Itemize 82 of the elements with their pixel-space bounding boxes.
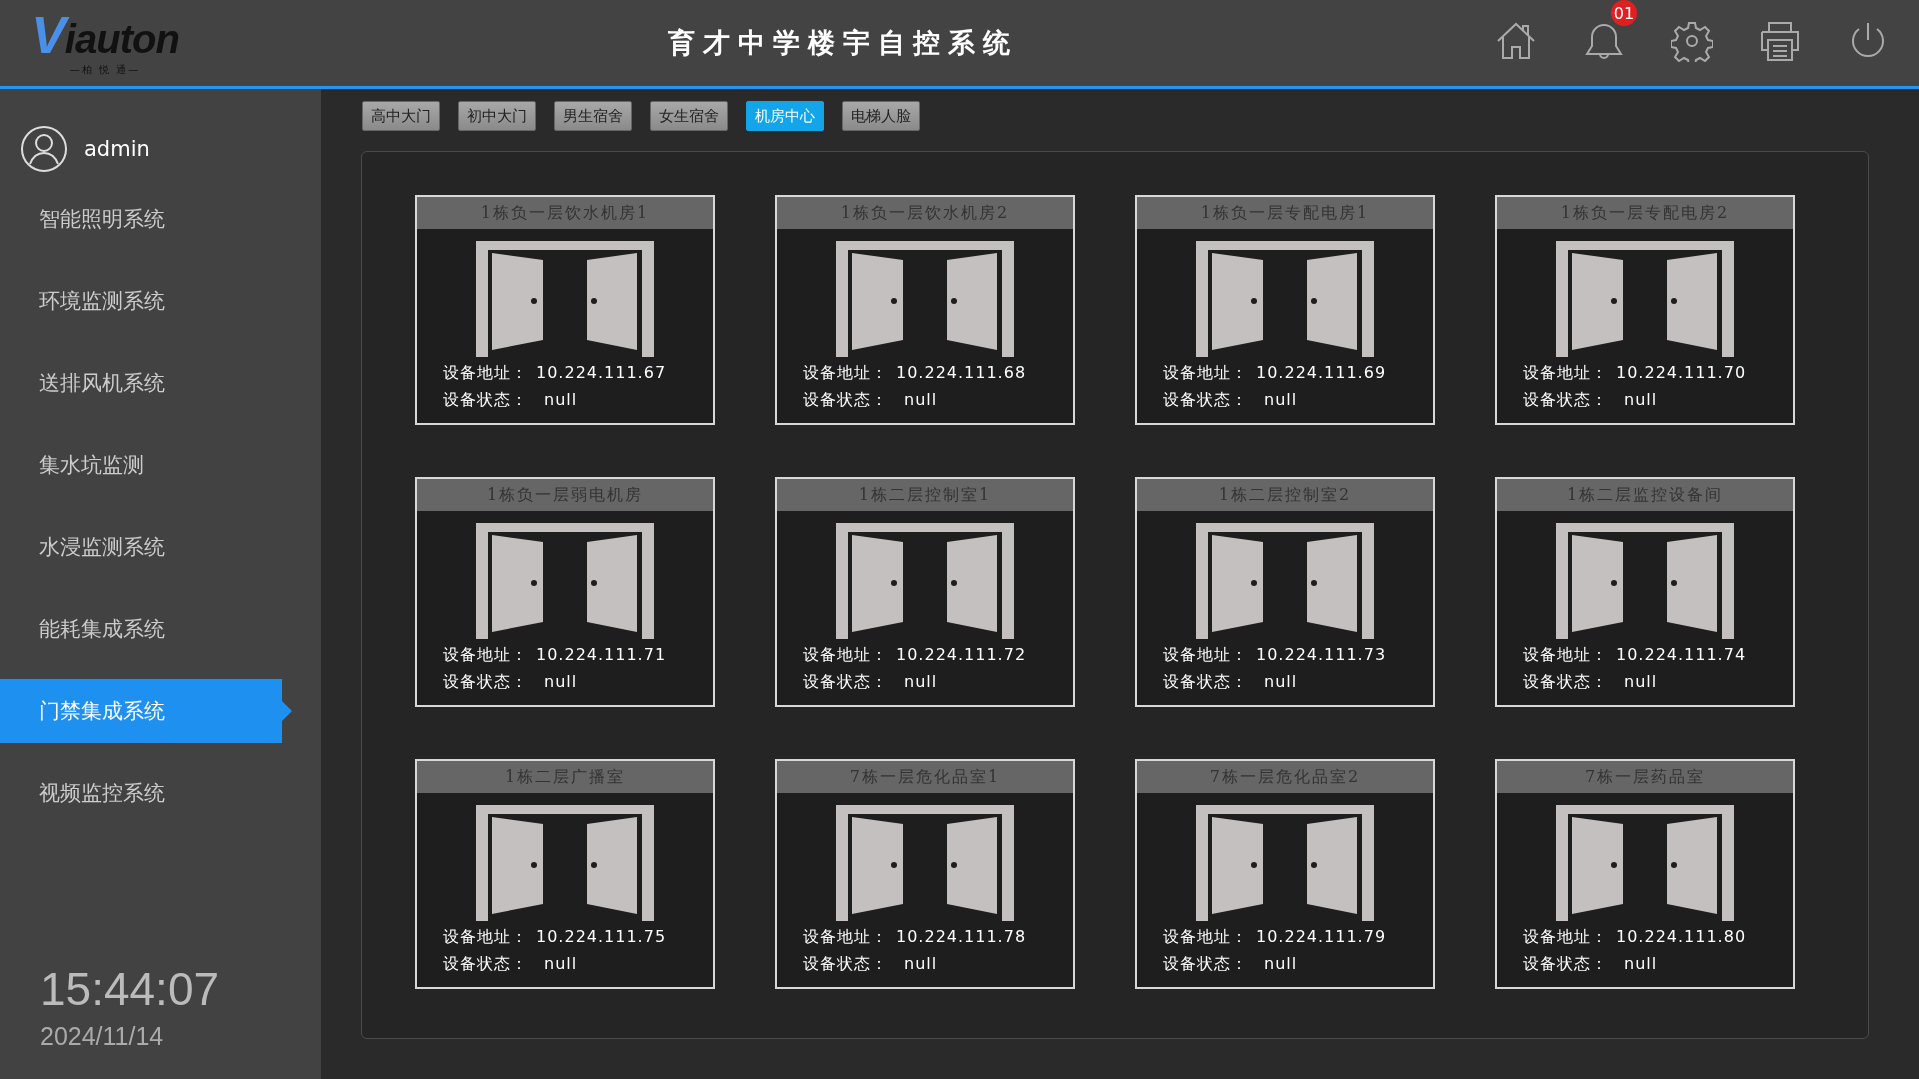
status-value: null — [544, 954, 578, 975]
clock-date: 2024/11/14 — [40, 1022, 165, 1051]
sidebar-item[interactable]: 集水坑监测 — [0, 433, 321, 497]
status-value: null — [1624, 672, 1658, 693]
address-value: 10.224.111.67 — [536, 363, 667, 384]
door-icon — [1556, 241, 1734, 357]
status-label: 设备状态： — [1163, 672, 1248, 693]
address-value: 10.224.111.75 — [536, 927, 667, 948]
address-label: 设备地址： — [803, 927, 888, 948]
status-label: 设备状态： — [803, 954, 888, 975]
address-label: 设备地址： — [443, 645, 528, 666]
status-label: 设备状态： — [1163, 390, 1248, 411]
address-label: 设备地址： — [803, 363, 888, 384]
sidebar-item[interactable]: 能耗集成系统 — [0, 597, 321, 661]
address-value: 10.224.111.72 — [896, 645, 1027, 666]
status-value: null — [544, 672, 578, 693]
address-label: 设备地址： — [1163, 645, 1248, 666]
tab[interactable]: 女生宿舍 — [650, 101, 728, 131]
door-icon — [1196, 241, 1374, 357]
address-value: 10.224.111.79 — [1256, 927, 1387, 948]
tab[interactable]: 男生宿舍 — [554, 101, 632, 131]
sidebar-item[interactable]: 水浸监测系统 — [0, 515, 321, 579]
status-value: null — [1264, 390, 1298, 411]
door-icon — [836, 805, 1014, 921]
door-icon — [476, 523, 654, 639]
door-icon — [476, 805, 654, 921]
address-label: 设备地址： — [443, 363, 528, 384]
address-value: 10.224.111.78 — [896, 927, 1027, 948]
address-value: 10.224.111.70 — [1616, 363, 1747, 384]
sidebar-item[interactable]: 智能照明系统 — [0, 187, 321, 251]
logo-name: Viauton — [31, 9, 179, 61]
settings-button[interactable] — [1671, 20, 1713, 62]
address-label: 设备地址： — [1163, 363, 1248, 384]
tab[interactable]: 初中大门 — [458, 101, 536, 131]
status-value: null — [904, 390, 938, 411]
notification-badge: 01 — [1611, 0, 1637, 26]
status-label: 设备状态： — [803, 672, 888, 693]
door-icon — [1196, 523, 1374, 639]
sidebar-item[interactable]: 环境监测系统 — [0, 269, 321, 333]
address-value: 10.224.111.80 — [1616, 927, 1747, 948]
status-label: 设备状态： — [1523, 672, 1608, 693]
address-value: 10.224.111.68 — [896, 363, 1027, 384]
sidebar-item[interactable]: 视频监控系统 — [0, 761, 321, 825]
status-label: 设备状态： — [1163, 954, 1248, 975]
status-label: 设备状态： — [443, 954, 528, 975]
status-label: 设备状态： — [443, 390, 528, 411]
address-label: 设备地址： — [1163, 927, 1248, 948]
status-label: 设备状态： — [443, 672, 528, 693]
address-value: 10.224.111.69 — [1256, 363, 1387, 384]
user-avatar-icon — [20, 125, 68, 173]
address-label: 设备地址： — [1523, 927, 1608, 948]
address-label: 设备地址： — [803, 645, 888, 666]
door-icon — [836, 523, 1014, 639]
status-label: 设备状态： — [803, 390, 888, 411]
status-value: null — [1624, 390, 1658, 411]
door-icon — [836, 241, 1014, 357]
door-icon — [1556, 805, 1734, 921]
door-icon — [1196, 805, 1374, 921]
status-value: null — [544, 390, 578, 411]
tab[interactable]: 电梯人脸 — [842, 101, 920, 131]
address-label: 设备地址： — [443, 927, 528, 948]
status-value: null — [904, 672, 938, 693]
status-label: 设备状态： — [1523, 390, 1608, 411]
user-name: admin — [84, 137, 150, 161]
window-title: 育才中学楼宇自控系统 — [666, 26, 1019, 60]
home-button[interactable] — [1495, 20, 1537, 62]
status-value: null — [1264, 954, 1298, 975]
address-label: 设备地址： — [1523, 363, 1608, 384]
door-icon — [1556, 523, 1734, 639]
address-value: 10.224.111.73 — [1256, 645, 1387, 666]
printer-button[interactable] — [1759, 20, 1801, 62]
status-value: null — [1624, 954, 1658, 975]
status-value: null — [904, 954, 938, 975]
status-value: null — [1264, 672, 1298, 693]
status-label: 设备状态： — [1523, 954, 1608, 975]
address-label: 设备地址： — [1523, 645, 1608, 666]
clock-time: 15:44:07 — [40, 962, 221, 1016]
address-value: 10.224.111.74 — [1616, 645, 1747, 666]
tab[interactable]: 高中大门 — [362, 101, 440, 131]
door-icon — [476, 241, 654, 357]
sidebar-item[interactable]: 送排风机系统 — [0, 351, 321, 415]
address-value: 10.224.111.71 — [536, 645, 667, 666]
